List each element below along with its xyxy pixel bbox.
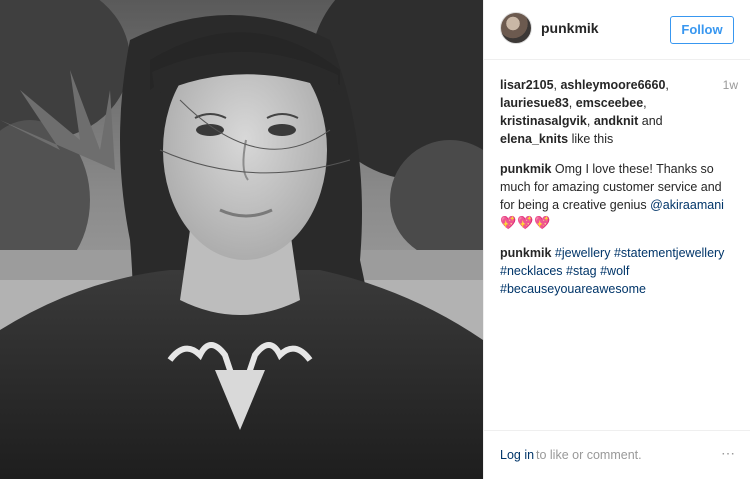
hashtag-link[interactable]: #becauseyouareawesome: [500, 282, 646, 296]
more-options-icon[interactable]: ⋯: [721, 445, 736, 462]
hashtag-link[interactable]: #necklaces: [500, 264, 563, 278]
follow-button[interactable]: Follow: [670, 16, 734, 44]
hashtag-link[interactable]: #statementjewellery: [614, 246, 724, 260]
like-user-link[interactable]: lauriesue83: [500, 96, 569, 110]
hashtag-link[interactable]: #wolf: [600, 264, 629, 278]
instagram-post: punkmik Follow lisar2105, ashleymoore666…: [0, 0, 750, 479]
mention-link[interactable]: @akiraamani: [650, 198, 724, 212]
heart-emoji-icon: 💖💖💖: [500, 215, 552, 230]
like-user-link[interactable]: kristinasalgvik: [500, 114, 587, 128]
comment: punkmik #jewellery #statementjewellery #…: [500, 244, 736, 298]
likes-suffix: like this: [568, 132, 614, 146]
like-user-link[interactable]: andknit: [594, 114, 638, 128]
comment-username[interactable]: punkmik: [500, 246, 551, 260]
post-timestamp[interactable]: 1w: [723, 76, 738, 94]
comment-username[interactable]: punkmik: [500, 162, 551, 176]
like-user-link[interactable]: elena_knits: [500, 132, 568, 146]
profile-avatar[interactable]: [500, 12, 532, 44]
login-link[interactable]: Log in: [500, 448, 534, 462]
like-user-link[interactable]: emsceebee: [576, 96, 643, 110]
like-user-link[interactable]: lisar2105: [500, 78, 554, 92]
hashtag-link[interactable]: #jewellery: [555, 246, 611, 260]
comment: punkmik Omg I love these! Thanks so much…: [500, 160, 736, 232]
post-header: punkmik Follow: [484, 0, 750, 60]
post-body: lisar2105, ashleymoore6660, lauriesue83,…: [500, 70, 738, 298]
likes-summary: lisar2105, ashleymoore6660, lauriesue83,…: [500, 76, 738, 146]
selfie-image: [0, 0, 483, 479]
login-prompt: to like or comment.: [536, 448, 642, 462]
author-username[interactable]: punkmik: [541, 20, 599, 36]
like-user-link[interactable]: ashleymoore6660: [560, 78, 665, 92]
hashtag-link[interactable]: #stag: [566, 264, 597, 278]
post-footer: Log in to like or comment. ⋯: [484, 430, 750, 479]
post-photo[interactable]: [0, 0, 483, 479]
post-sidebar: punkmik Follow lisar2105, ashleymoore666…: [483, 0, 750, 479]
